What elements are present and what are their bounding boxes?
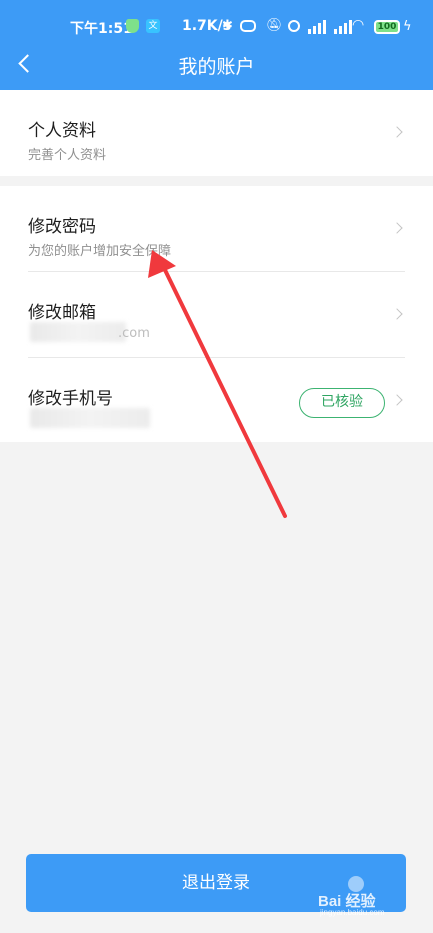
change-password-subtitle: 为您的账户增加安全保障 [28,244,172,259]
profile-subtitle: 完善个人资料 [28,148,107,163]
mute-icon: 🔕︎ [266,18,283,33]
charging-icon: ϟ [403,19,412,34]
profile-item[interactable]: 个人资料 完善个人资料 [0,90,433,176]
app-header: 下午1:51 文 1.7K/s ✱ 🔕︎ ◠ 100 ϟ 我的账户 [0,0,433,90]
signal-icon [308,18,330,36]
wifi-icon: ◠ [352,17,365,33]
phone-redacted [30,408,150,428]
verified-badge: 已核验 [299,388,385,418]
change-email-item[interactable]: 修改邮箱 .com [0,272,433,358]
battery-icon: 100 [374,20,400,34]
profile-section: 个人资料 完善个人资料 [0,90,433,176]
chevron-right-icon [391,394,403,406]
baidu-jingyan-watermark: Bai 经验 jingyan.baidu.com [318,876,428,917]
chevron-right-icon [391,308,403,320]
nfc-icon [240,20,256,32]
status-time: 下午1:51 [70,21,133,37]
change-password-item[interactable]: 修改密码 为您的账户增加安全保障 [0,186,433,272]
alarm-icon [288,20,300,32]
chevron-right-icon [391,222,403,234]
watermark-url: jingyan.baidu.com [320,908,385,917]
email-redacted [30,322,126,342]
profile-title: 个人资料 [28,121,96,141]
change-phone-item[interactable]: 修改手机号 已核验 [0,358,433,444]
status-bar: 下午1:51 文 1.7K/s ✱ 🔕︎ ◠ 100 ϟ [0,14,433,40]
page-title: 我的账户 [178,56,255,78]
app-icon: 文 [146,19,160,33]
security-section: 修改密码 为您的账户增加安全保障 修改邮箱 .com 修改手机号 已核验 [0,186,433,442]
change-phone-title: 修改手机号 [28,389,113,409]
change-email-title: 修改邮箱 [28,303,96,323]
bluetooth-icon: ✱ [222,18,233,33]
change-password-title: 修改密码 [28,217,96,237]
email-value-tail: .com [118,326,150,341]
chevron-right-icon [391,126,403,138]
shield-icon [126,19,139,33]
